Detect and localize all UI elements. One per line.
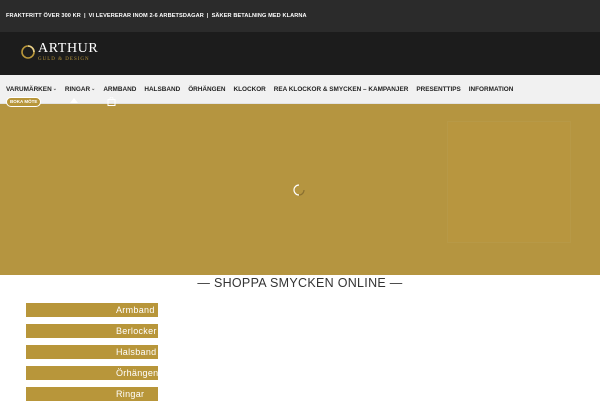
logo-name: ARTHUR bbox=[38, 41, 99, 56]
nav-item-label: RINGAR bbox=[64, 85, 91, 93]
nav-item-klockor[interactable]: KLOCKOR bbox=[233, 86, 265, 93]
announcement-delivery: VI LEVERERAR INOM 2-6 ARBETSDAGAR bbox=[88, 13, 204, 19]
nav-item-orhangen[interactable]: ÖRHÄNGEN bbox=[188, 86, 225, 93]
nav-item-rea-kampanjer[interactable]: REA KLOCKOR & SMYCKEN – KAMPANJER bbox=[274, 86, 409, 93]
category-button-berlocker[interactable]: Berlocker bbox=[26, 324, 158, 338]
nav-item-halsband[interactable]: HALSBAND bbox=[144, 86, 180, 93]
nav-item-presenttips[interactable]: PRESENTTIPS bbox=[416, 86, 460, 93]
cart-icon[interactable] bbox=[107, 97, 116, 106]
nav-item-label: ÖRHÄNGEN bbox=[188, 85, 226, 93]
hero-banner[interactable] bbox=[0, 104, 600, 275]
dropdown-caret bbox=[70, 98, 78, 103]
announcement-separator: | bbox=[83, 13, 86, 19]
announcement-free-shipping: FRAKTFRITT ÖVER 300 KR bbox=[6, 13, 81, 19]
hero-image-panel bbox=[448, 122, 570, 242]
category-button-ringar[interactable]: Ringar bbox=[26, 387, 158, 401]
section-title: — SHOPPA SMYCKEN ONLINE — bbox=[197, 276, 403, 290]
category-list: Armband Berlocker Halsband Örhängen Ring… bbox=[26, 303, 158, 408]
announcement-payment: SÄKER BETALNING MED KLARNA bbox=[211, 13, 307, 19]
chevron-down-icon: ⌄ bbox=[52, 86, 57, 92]
nav-item-varumarken[interactable]: VARUMÄRKEN ⌄ bbox=[6, 86, 57, 93]
chevron-down-icon: ⌄ bbox=[91, 86, 96, 92]
announcement-separator: | bbox=[206, 13, 209, 19]
nav-menu: VARUMÄRKEN ⌄ RINGAR ⌄ ARMBAND HALSBAND Ö… bbox=[0, 75, 521, 103]
nav-item-label: INFORMATION bbox=[468, 85, 514, 93]
nav-item-label: REA KLOCKOR & SMYCKEN – KAMPANJER bbox=[273, 85, 409, 93]
nav-item-label: VARUMÄRKEN bbox=[6, 85, 52, 93]
announcement-bar: FRAKTFRITT ÖVER 300 KR | VI LEVERERAR IN… bbox=[0, 0, 600, 32]
logo-tagline: GULD & DESIGN bbox=[38, 57, 90, 62]
category-button-orhangen[interactable]: Örhängen bbox=[26, 366, 158, 380]
site-logo[interactable]: ARTHUR GULD & DESIGN bbox=[20, 42, 98, 62]
site-header: ARTHUR GULD & DESIGN bbox=[0, 32, 600, 75]
category-button-armband[interactable]: Armband bbox=[26, 303, 158, 317]
nav-item-label: PRESENTTIPS bbox=[416, 85, 461, 93]
book-appointment-button[interactable]: BOKA MÖTE bbox=[6, 97, 42, 107]
nav-item-label: KLOCKOR bbox=[233, 85, 266, 93]
main-navigation: VARUMÄRKEN ⌄ RINGAR ⌄ ARMBAND HALSBAND Ö… bbox=[0, 75, 600, 104]
logo-text: ARTHUR GULD & DESIGN bbox=[38, 41, 99, 63]
logo-ring-icon bbox=[21, 45, 35, 59]
nav-item-armband[interactable]: ARMBAND bbox=[103, 86, 136, 93]
loading-spinner-icon bbox=[293, 184, 305, 196]
nav-item-information[interactable]: INFORMATION bbox=[469, 86, 514, 93]
category-button-halsband[interactable]: Halsband bbox=[26, 345, 158, 359]
nav-item-ringar[interactable]: RINGAR ⌄ bbox=[65, 86, 95, 93]
nav-item-label: HALSBAND bbox=[144, 85, 181, 93]
nav-item-label: ARMBAND bbox=[103, 85, 137, 93]
